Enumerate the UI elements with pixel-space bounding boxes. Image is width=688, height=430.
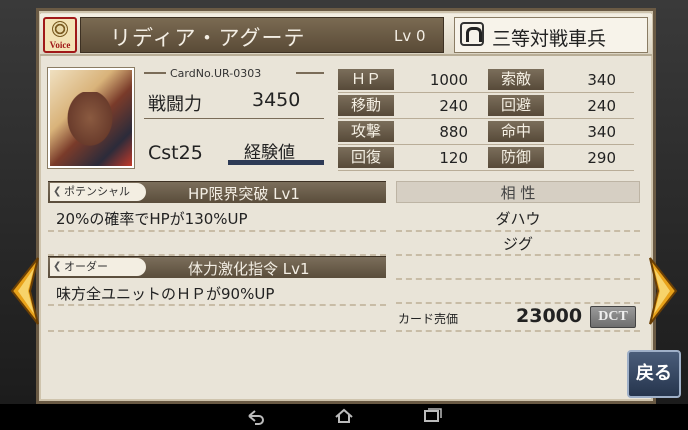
stat-label-hp: ＨＰ: [338, 69, 394, 90]
cost-value: Cst25: [148, 142, 203, 164]
currency-badge: DCT: [590, 306, 636, 328]
arrow-left-icon[interactable]: [8, 256, 42, 326]
dashed-divider: [396, 254, 640, 256]
voice-button[interactable]: Voice: [43, 17, 77, 53]
sell-price-value: 23000: [516, 305, 583, 327]
voice-label: Voice: [49, 40, 71, 50]
portrait-face: [64, 92, 116, 150]
class-name: 三等対戦車兵: [492, 28, 607, 50]
back-icon[interactable]: [245, 406, 267, 426]
dashed-divider: [396, 278, 640, 280]
order-skill-description: 味方全ユニットのＨＰが90%UP: [56, 285, 275, 303]
dashed-divider: [48, 304, 386, 306]
anti-tank-class-icon: [460, 22, 484, 46]
sell-price-label: カード売価: [398, 312, 459, 326]
stat-divider: [338, 118, 634, 119]
stat-value-hp: 1000: [429, 71, 468, 89]
stat-value-move: 240: [439, 97, 468, 115]
potential-tag: ポテンシャル: [50, 183, 146, 201]
divider: [144, 72, 166, 74]
affinity-item: ジグ: [502, 235, 533, 253]
stat-label-heal: 回復: [338, 147, 394, 168]
recents-icon[interactable]: [421, 406, 443, 426]
stat-label-attack: 攻撃: [338, 121, 394, 142]
back-button[interactable]: 戻る: [627, 350, 681, 398]
arrow-right-icon[interactable]: [646, 256, 680, 326]
stat-divider: [338, 170, 634, 171]
affinity-title: 相 性: [500, 184, 536, 202]
exp-bar: [228, 160, 324, 165]
order-skill-name: 体力激化指令 Lv1: [188, 260, 310, 278]
stat-label-search: 索敵: [488, 69, 544, 90]
stat-label-move: 移動: [338, 95, 394, 116]
character-level: Lv 0: [394, 27, 426, 45]
affinity-item: ダハウ: [495, 210, 541, 228]
stat-value-attack: 880: [439, 123, 468, 141]
dashed-divider: [396, 302, 640, 304]
stat-label-accuracy: 命中: [488, 121, 544, 142]
dashed-divider: [396, 330, 640, 332]
power-label: 戦闘力: [148, 94, 202, 115]
stat-value-heal: 120: [439, 149, 468, 167]
home-icon[interactable]: [333, 406, 355, 426]
order-tag: オーダー: [50, 258, 146, 276]
stat-label-defense: 防御: [488, 147, 544, 168]
dashed-divider: [396, 230, 640, 232]
card-number: CardNo.UR-0303: [170, 67, 262, 80]
stat-value-defense: 290: [587, 149, 616, 167]
stat-value-evade: 240: [587, 97, 616, 115]
stat-divider: [338, 144, 634, 145]
power-value: 3450: [252, 89, 301, 111]
potential-skill-description: 20%の確率でHPが130%UP: [56, 210, 248, 228]
divider: [296, 72, 324, 74]
stat-value-search: 340: [587, 71, 616, 89]
divider: [144, 118, 324, 119]
dashed-divider: [48, 230, 386, 232]
character-name: リディア・アグーテ: [110, 26, 306, 50]
dashed-divider: [48, 330, 386, 332]
stat-label-evade: 回避: [488, 95, 544, 116]
stat-value-accuracy: 340: [587, 123, 616, 141]
stat-divider: [338, 92, 634, 93]
potential-skill-name: HP限界突破 Lv1: [188, 185, 300, 203]
speaker-icon: [52, 21, 68, 37]
